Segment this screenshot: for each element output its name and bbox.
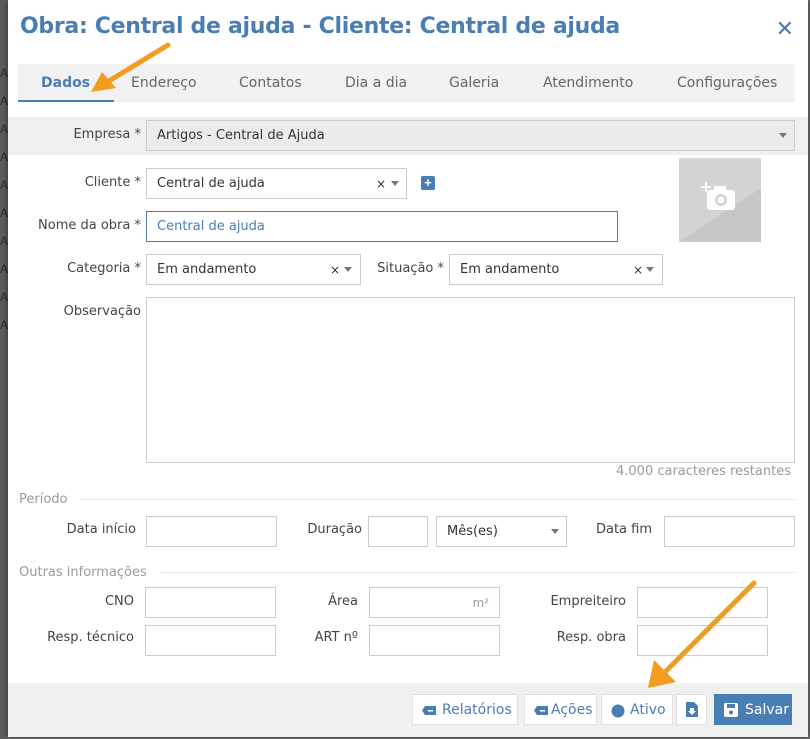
chars-remaining: 4.000 caracteres restantes	[616, 464, 791, 479]
empresa-select[interactable]: Artigos - Central de Ajuda	[146, 120, 795, 151]
export-button[interactable]	[676, 694, 707, 725]
relatorios-button[interactable]: Relatórios	[412, 694, 518, 725]
modal-title: Obra: Central de ajuda - Cliente: Centra…	[20, 14, 620, 39]
art-label: ART nº	[314, 630, 358, 645]
data-fim-label: Data fim	[595, 522, 652, 537]
tab-galeria[interactable]: Galeria	[449, 75, 499, 91]
duracao-input[interactable]	[368, 516, 428, 547]
empreiteiro-label: Empreiteiro	[550, 594, 626, 609]
situacao-value: Em andamento	[460, 262, 560, 277]
data-inicio-input[interactable]	[146, 516, 277, 547]
duracao-unit-select[interactable]: Mês(es)	[436, 516, 567, 547]
acoes-button[interactable]: Ações	[524, 694, 597, 725]
nome-obra-label: Nome da obra *	[38, 218, 141, 233]
clear-icon[interactable]: ×	[633, 263, 643, 277]
salvar-label: Salvar	[745, 702, 789, 718]
periodo-section: Período	[19, 492, 68, 507]
categoria-label: Categoria *	[67, 261, 141, 276]
tag-icon	[422, 706, 436, 715]
categoria-select[interactable]: Em andamento ×	[146, 254, 361, 285]
relatorios-label: Relatórios	[442, 702, 512, 718]
situacao-select[interactable]: Em andamento ×	[449, 254, 663, 285]
tab-endereco[interactable]: Endereço	[131, 75, 197, 91]
tab-dia-a-dia[interactable]: Dia a dia	[345, 75, 407, 91]
ativo-button[interactable]: Ativo	[601, 694, 673, 725]
observacao-label: Observação	[63, 304, 141, 319]
ativo-label: Ativo	[630, 702, 666, 718]
cno-input[interactable]	[145, 587, 276, 618]
status-dot-icon	[611, 704, 625, 718]
tab-configuracoes[interactable]: Configurações	[677, 75, 777, 91]
empresa-value: Artigos - Central de Ajuda	[157, 128, 325, 143]
cno-label: CNO	[104, 594, 134, 609]
resp-obra-label: Resp. obra	[556, 630, 626, 645]
tab-contatos[interactable]: Contatos	[239, 75, 302, 91]
tab-dados[interactable]: Dados	[41, 75, 90, 91]
duracao-unit-value: Mês(es)	[447, 524, 498, 539]
chevron-down-icon	[779, 133, 787, 138]
chevron-down-icon	[344, 267, 352, 272]
resp-obra-input[interactable]	[637, 625, 768, 656]
clear-icon[interactable]: ×	[376, 177, 386, 191]
close-icon[interactable]: ✕	[776, 16, 794, 42]
cliente-value: Central de ajuda	[157, 176, 265, 191]
empreiteiro-input[interactable]	[637, 587, 768, 618]
resp-tecnico-input[interactable]	[145, 625, 276, 656]
backdrop: A A A A A A A A A A	[0, 0, 8, 739]
nome-obra-input[interactable]: Central de ajuda	[146, 211, 618, 242]
add-cliente-icon[interactable]: +	[421, 176, 435, 190]
tab-bar: Dados Endereço Contatos Dia a dia Galeri…	[18, 64, 795, 102]
camera-plus-icon	[679, 182, 761, 242]
obra-modal: Obra: Central de ajuda - Cliente: Centra…	[8, 0, 808, 737]
observacao-textarea[interactable]	[146, 297, 795, 463]
data-fim-input[interactable]	[664, 516, 795, 547]
art-input[interactable]	[369, 625, 500, 656]
chevron-down-icon	[391, 181, 399, 186]
clear-icon[interactable]: ×	[330, 263, 340, 277]
section-divider	[161, 572, 795, 573]
outras-informacoes-section: Outras informações	[19, 565, 147, 580]
acoes-label: Ações	[551, 702, 593, 718]
nome-obra-value: Central de ajuda	[157, 219, 265, 234]
data-inicio-label: Data início	[66, 522, 136, 537]
empresa-label: Empresa *	[73, 127, 141, 142]
area-label: Área	[328, 594, 358, 609]
duracao-label: Duração	[307, 522, 362, 537]
section-divider	[80, 499, 795, 500]
categoria-value: Em andamento	[157, 262, 257, 277]
area-unit: m²	[472, 596, 490, 610]
area-input[interactable]: m²	[369, 587, 500, 618]
chevron-down-icon	[551, 529, 559, 534]
chevron-down-icon	[646, 267, 654, 272]
tag-icon	[534, 706, 548, 715]
save-icon	[724, 703, 738, 717]
file-download-icon	[686, 702, 698, 717]
active-tab-indicator	[18, 100, 114, 102]
salvar-button[interactable]: Salvar	[714, 694, 792, 725]
tab-atendimento[interactable]: Atendimento	[543, 75, 633, 91]
add-photo-button[interactable]	[679, 158, 761, 242]
situacao-label: Situação *	[377, 261, 444, 276]
cliente-label: Cliente *	[84, 175, 141, 190]
resp-tecnico-label: Resp. técnico	[47, 630, 134, 645]
cliente-select[interactable]: Central de ajuda ×	[146, 168, 407, 199]
